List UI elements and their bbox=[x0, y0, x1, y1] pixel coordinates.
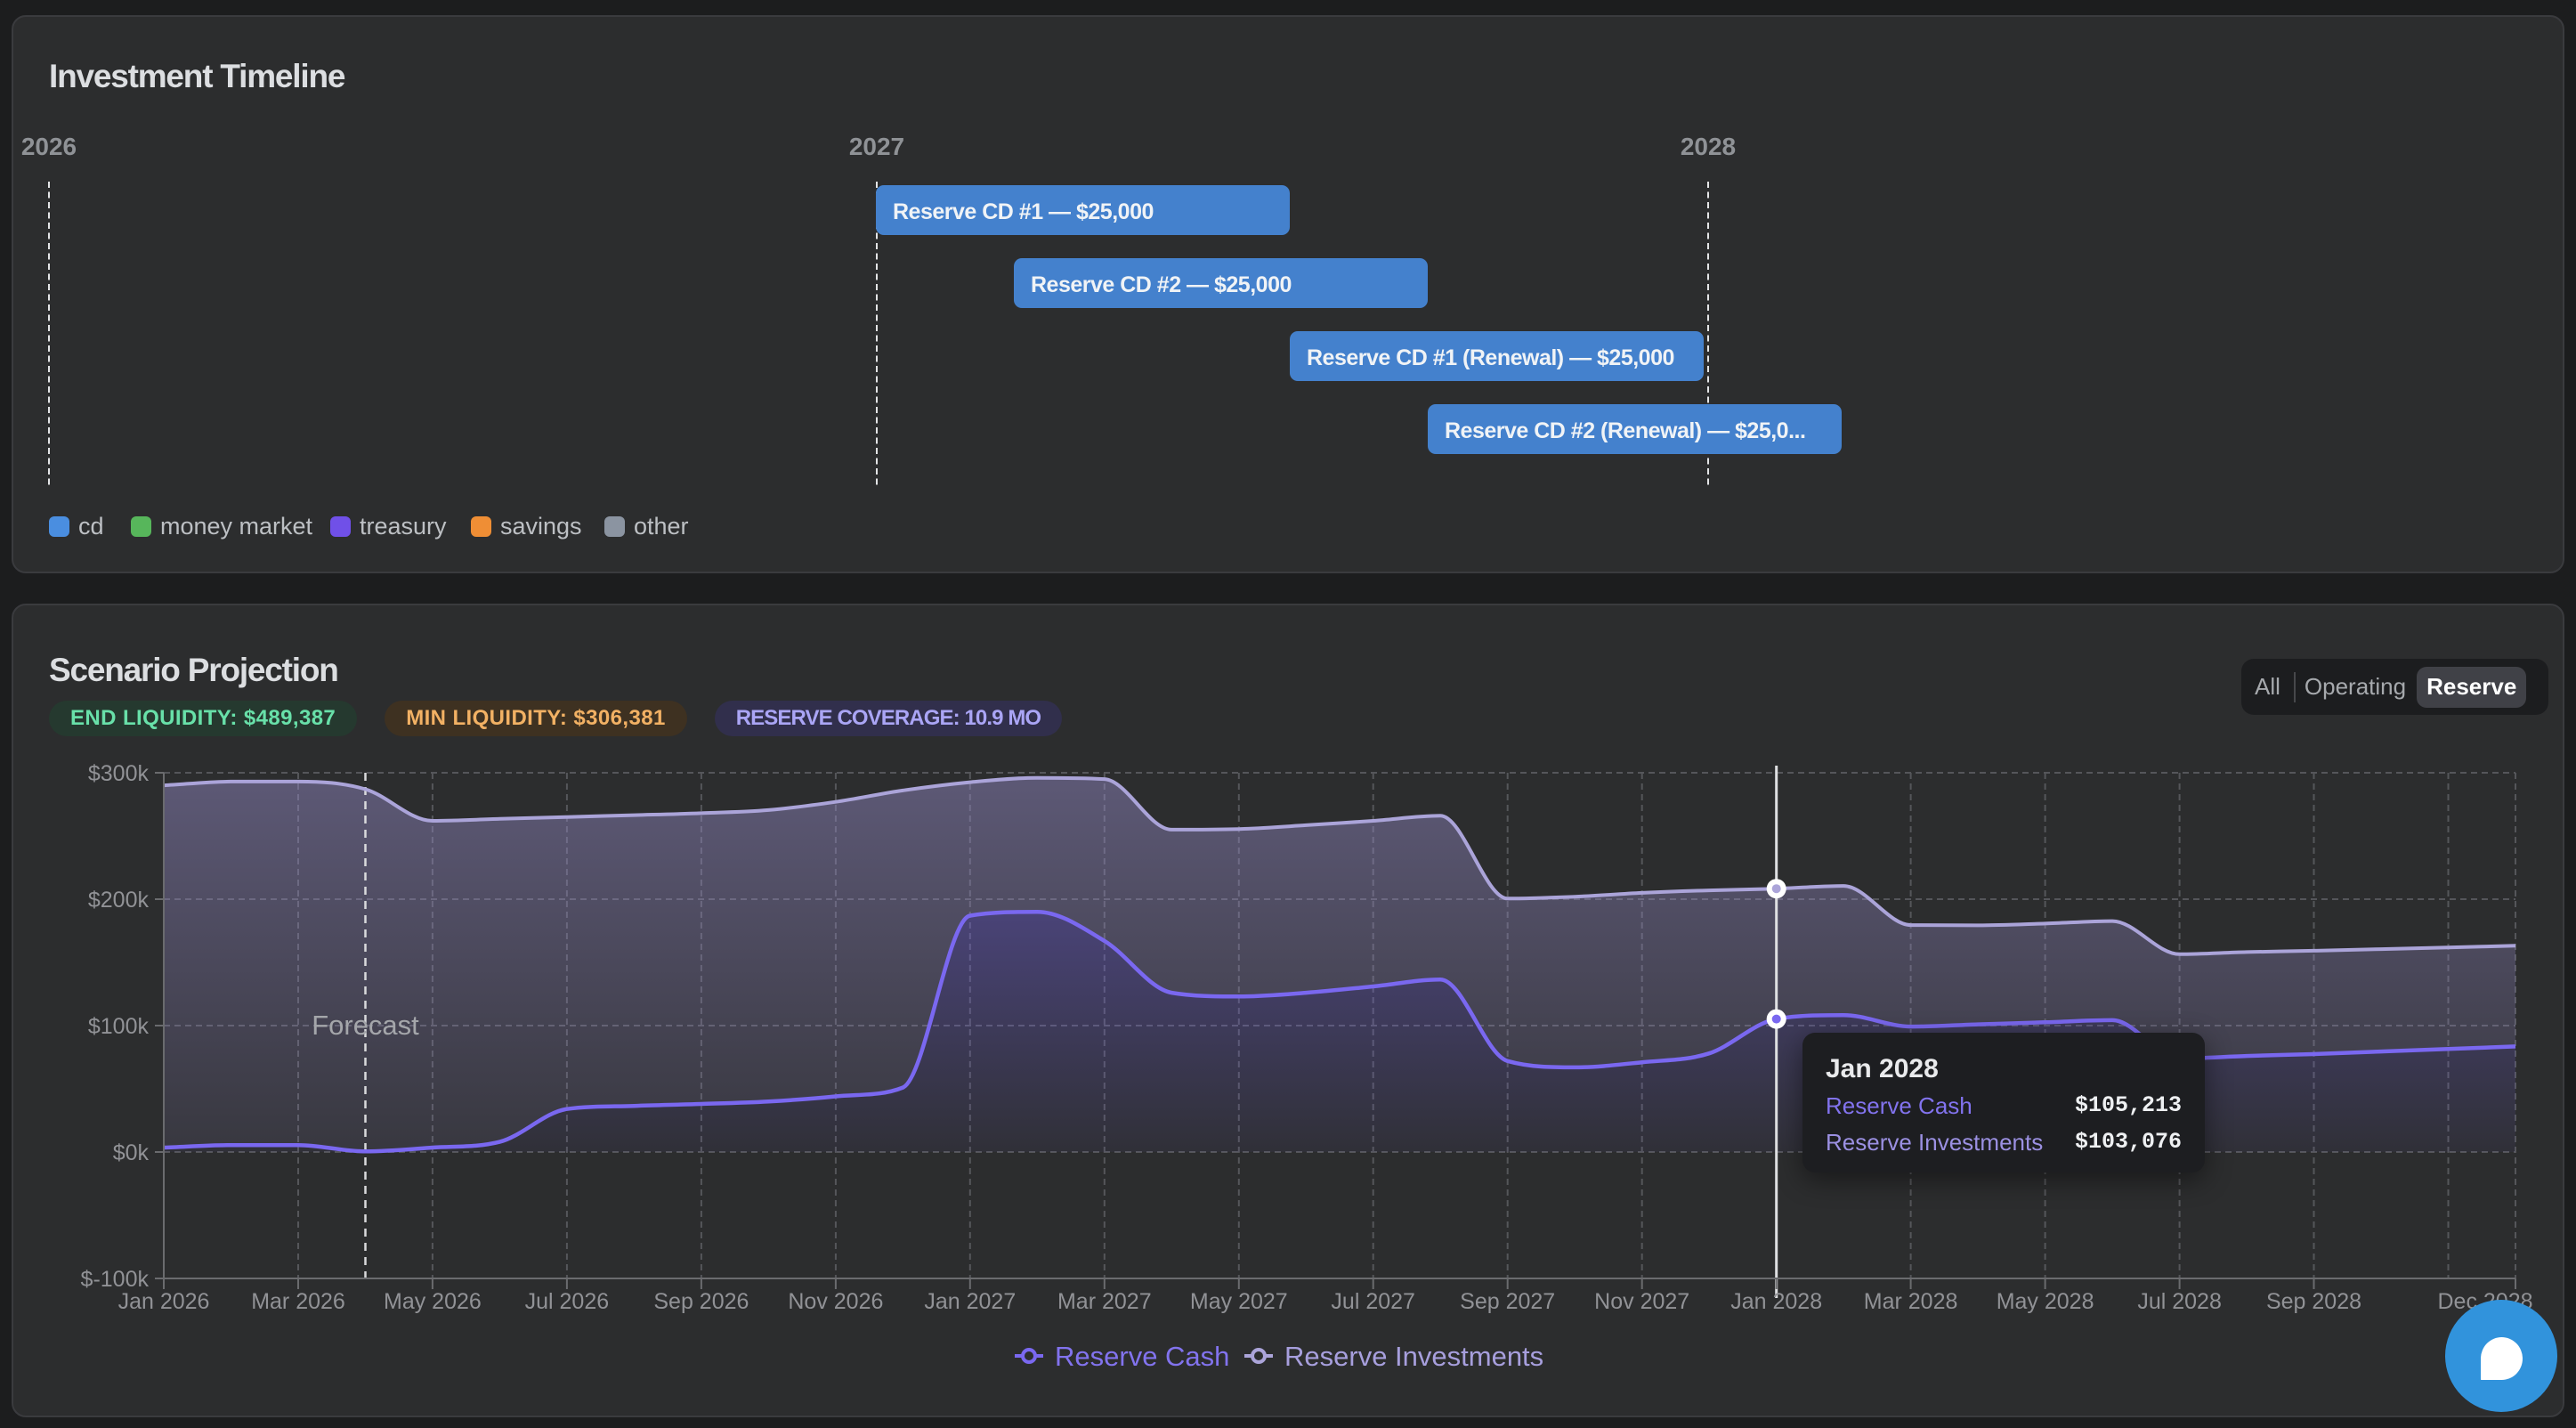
svg-text:Sep 2028: Sep 2028 bbox=[2266, 1289, 2361, 1314]
svg-text:2027: 2027 bbox=[849, 133, 904, 160]
svg-text:Jul 2027: Jul 2027 bbox=[1331, 1289, 1415, 1314]
svg-text:Mar 2028: Mar 2028 bbox=[1864, 1289, 1958, 1314]
svg-text:Jan 2028: Jan 2028 bbox=[1730, 1289, 1822, 1314]
svg-text:Jan 2027: Jan 2027 bbox=[924, 1289, 1016, 1314]
svg-text:2028: 2028 bbox=[1681, 133, 1736, 160]
svg-text:May 2028: May 2028 bbox=[1997, 1289, 2094, 1314]
svg-text:Reserve Investments: Reserve Investments bbox=[1284, 1341, 1543, 1372]
svg-text:$200k: $200k bbox=[88, 888, 150, 913]
svg-text:2026: 2026 bbox=[21, 133, 77, 160]
svg-text:Nov 2027: Nov 2027 bbox=[1594, 1289, 1689, 1314]
svg-text:Sep 2027: Sep 2027 bbox=[1460, 1289, 1555, 1314]
svg-text:May 2027: May 2027 bbox=[1190, 1289, 1288, 1314]
svg-text:Reserve CD #1 — $25,000: Reserve CD #1 — $25,000 bbox=[893, 199, 1154, 224]
svg-text:Jul 2026: Jul 2026 bbox=[525, 1289, 610, 1314]
svg-text:Forecast: Forecast bbox=[312, 1010, 419, 1041]
svg-text:Jan 2026: Jan 2026 bbox=[118, 1289, 210, 1314]
svg-text:Mar 2027: Mar 2027 bbox=[1057, 1289, 1152, 1314]
svg-text:Mar 2026: Mar 2026 bbox=[251, 1289, 345, 1314]
svg-text:$300k: $300k bbox=[88, 761, 150, 786]
svg-text:Jul 2028: Jul 2028 bbox=[2137, 1289, 2222, 1314]
svg-text:Reserve CD #1 (Renewal) — $25,: Reserve CD #1 (Renewal) — $25,000 bbox=[1307, 345, 1674, 370]
svg-text:$0k: $0k bbox=[113, 1140, 150, 1165]
svg-text:Reserve Cash: Reserve Cash bbox=[1055, 1341, 1229, 1372]
svg-text:$-100k: $-100k bbox=[81, 1267, 150, 1292]
svg-text:Reserve CD #2 (Renewal) — $25,: Reserve CD #2 (Renewal) — $25,0... bbox=[1445, 418, 1805, 443]
svg-text:May 2026: May 2026 bbox=[384, 1289, 482, 1314]
svg-text:Nov 2026: Nov 2026 bbox=[788, 1289, 883, 1314]
svg-text:Reserve CD #2 — $25,000: Reserve CD #2 — $25,000 bbox=[1031, 272, 1292, 297]
svg-text:Sep 2026: Sep 2026 bbox=[653, 1289, 749, 1314]
svg-text:$100k: $100k bbox=[88, 1014, 150, 1039]
